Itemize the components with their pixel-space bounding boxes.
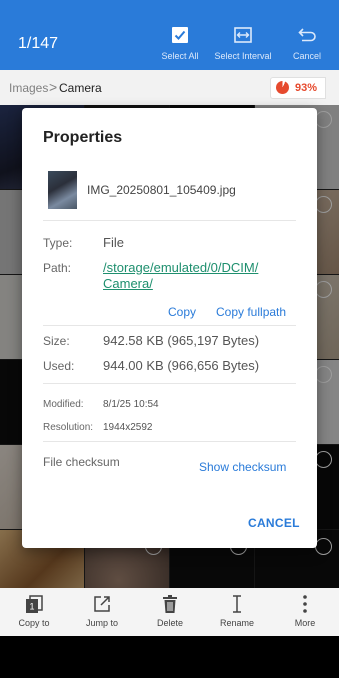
- resolution-label: Resolution:: [43, 422, 94, 433]
- path-line-2: Camera/: [103, 276, 153, 291]
- cancel-label: Cancel: [292, 51, 321, 61]
- select-interval-button[interactable]: Select Interval: [213, 26, 273, 61]
- jump-to-label: Jump to: [85, 618, 118, 628]
- modified-label: Modified:: [43, 399, 84, 410]
- pie-icon: [276, 81, 289, 94]
- file-name: IMG_20250801_105409.jpg: [87, 183, 236, 197]
- breadcrumb-images[interactable]: Images: [9, 81, 48, 95]
- interval-icon: [213, 26, 273, 44]
- selection-counter: 1/147: [18, 35, 59, 52]
- bottom-toolbar: 1 Copy to Jump to Delete Rename More: [0, 588, 339, 636]
- jump-to-icon: [68, 594, 136, 614]
- svg-text:1: 1: [29, 602, 34, 612]
- rename-button[interactable]: Rename: [203, 594, 271, 628]
- divider: [43, 220, 296, 221]
- trash-icon: [136, 594, 204, 614]
- select-interval-label: Select Interval: [214, 51, 272, 61]
- resolution-value: 1944x2592: [103, 422, 153, 433]
- copy-to-icon: 1: [0, 594, 68, 614]
- storage-percent: 93%: [295, 82, 318, 94]
- file-thumbnail: [48, 171, 77, 209]
- select-all-button[interactable]: Select All: [160, 26, 200, 61]
- path-link[interactable]: /storage/emulated/0/DCIM/ Camera/: [103, 260, 283, 292]
- system-nav-bar: [0, 636, 339, 678]
- delete-button[interactable]: Delete: [136, 594, 204, 628]
- copy-fullpath-button[interactable]: Copy fullpath: [216, 305, 286, 319]
- copy-button[interactable]: Copy: [168, 305, 196, 319]
- divider: [43, 383, 296, 384]
- rename-cursor-icon: [203, 594, 271, 614]
- more-button[interactable]: More: [271, 594, 339, 628]
- divider: [43, 325, 296, 326]
- used-label: Used:: [43, 359, 75, 373]
- breadcrumb-separator: >: [49, 79, 58, 95]
- dialog-title: Properties: [43, 129, 123, 146]
- top-action-bar: 1/147 Select All Select Interval Cancel: [0, 0, 339, 70]
- type-label: Type:: [43, 236, 73, 250]
- size-value: 942.58 KB (965,197 Bytes): [103, 333, 260, 348]
- select-all-label: Select All: [161, 51, 199, 61]
- return-icon: [289, 26, 325, 44]
- path-label: Path:: [43, 261, 72, 275]
- modified-value: 8/1/25 10:54: [103, 399, 159, 410]
- jump-to-button[interactable]: Jump to: [68, 594, 136, 628]
- used-value: 944.00 KB (966,656 Bytes): [103, 358, 260, 373]
- cancel-selection-button[interactable]: Cancel: [289, 26, 325, 61]
- checksum-label: File checksum: [43, 455, 120, 469]
- copy-to-button[interactable]: 1 Copy to: [0, 594, 68, 628]
- breadcrumb-camera[interactable]: Camera: [59, 81, 102, 95]
- show-checksum-button[interactable]: Show checksum: [199, 460, 286, 474]
- more-label: More: [294, 618, 316, 628]
- more-vert-icon: [271, 594, 339, 614]
- delete-label: Delete: [156, 618, 183, 628]
- dialog-cancel-button[interactable]: CANCEL: [248, 516, 300, 530]
- copy-to-label: Copy to: [18, 618, 50, 628]
- checkbox-icon: [160, 26, 200, 44]
- size-label: Size:: [43, 334, 70, 348]
- rename-label: Rename: [219, 618, 255, 628]
- type-value: File: [103, 235, 124, 250]
- path-line-1: /storage/emulated/0/DCIM/: [103, 260, 259, 275]
- divider: [43, 441, 296, 442]
- storage-usage-badge[interactable]: 93%: [270, 77, 326, 99]
- properties-dialog: Properties IMG_20250801_105409.jpg Type:…: [22, 108, 317, 548]
